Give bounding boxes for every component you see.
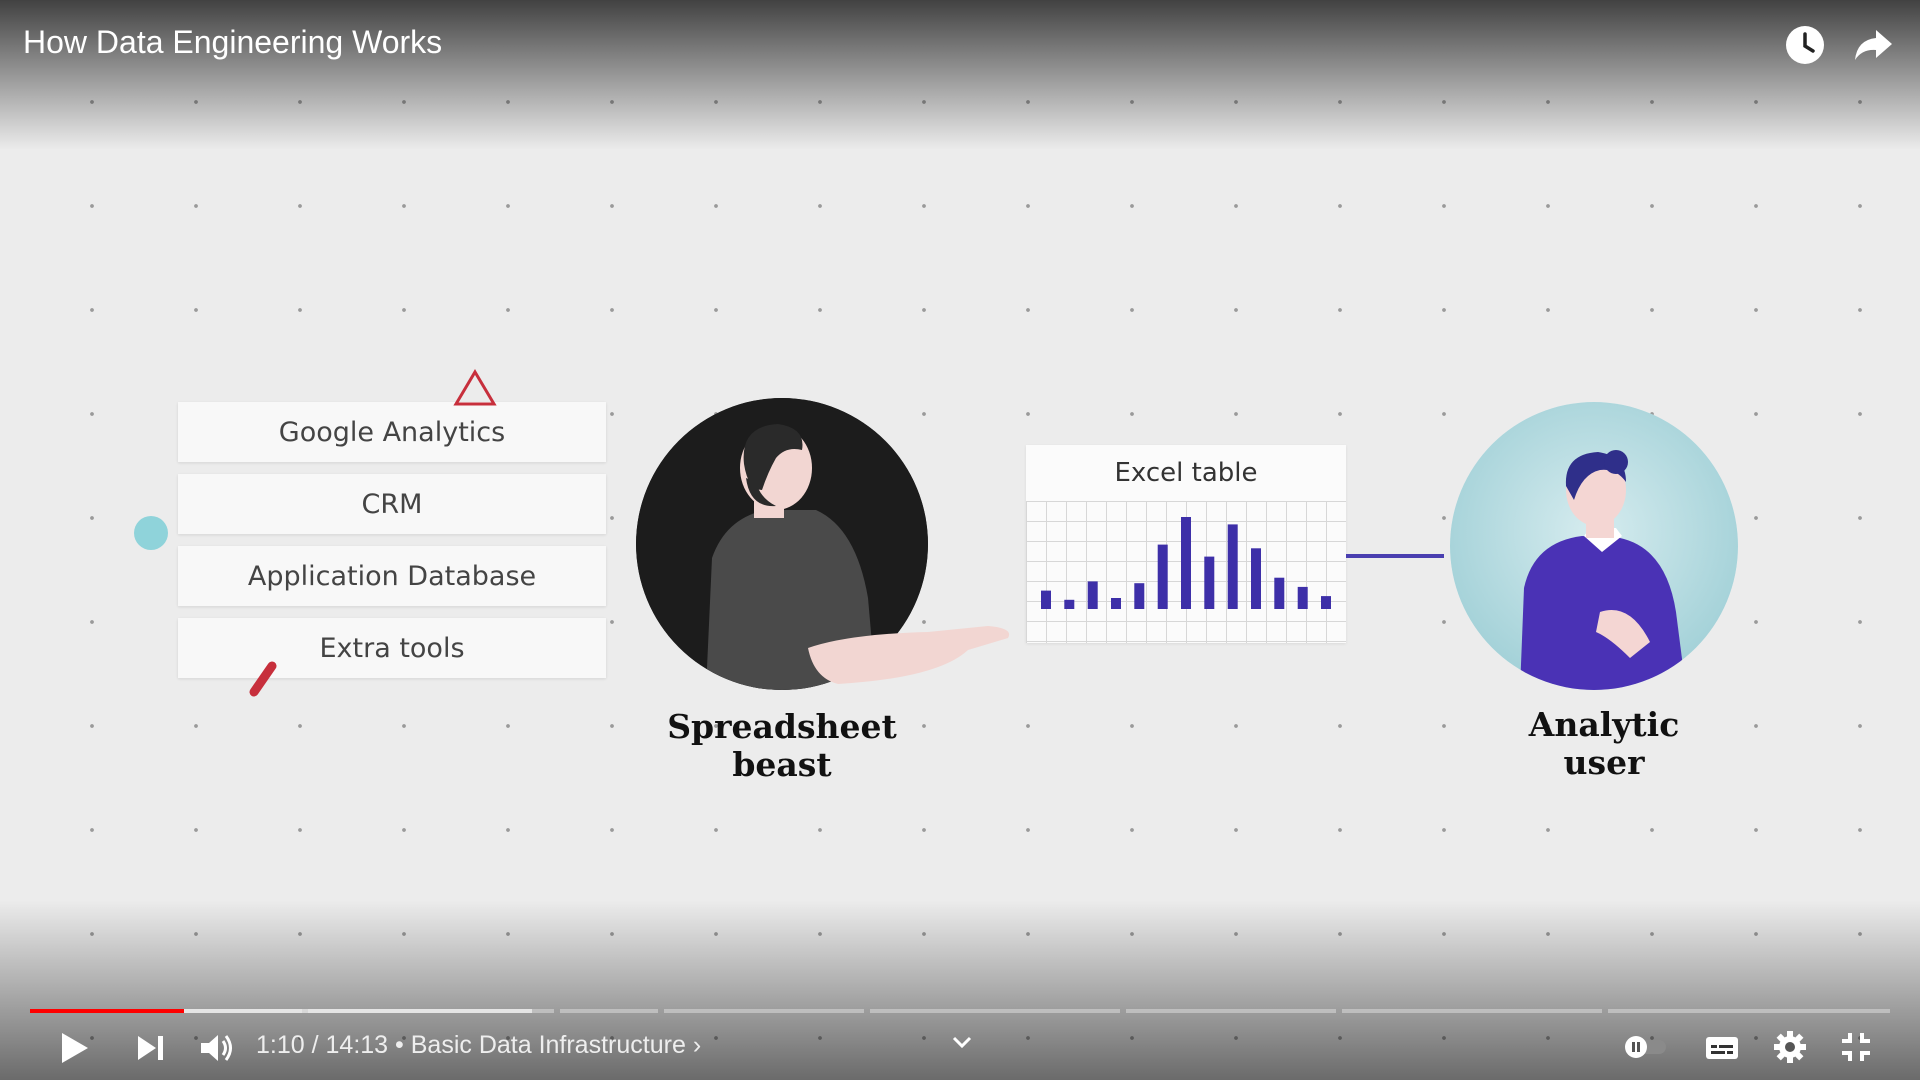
excel-bar	[1251, 548, 1261, 609]
excel-bar	[1087, 581, 1098, 609]
chapter-segment	[1342, 1009, 1602, 1013]
chevron-right-icon: ›	[692, 1031, 702, 1059]
excel-bar	[1274, 577, 1285, 609]
video-title[interactable]: How Data Engineering Works	[23, 24, 442, 61]
top-gradient-overlay	[0, 0, 1920, 150]
analytic-user-label-line2: user	[1563, 743, 1645, 782]
chapter-bullet: •	[388, 1031, 411, 1059]
triangle-decoration	[453, 369, 497, 406]
volume-icon	[201, 1035, 232, 1061]
source-google-analytics: Google Analytics	[178, 402, 606, 462]
next-icon	[138, 1036, 163, 1060]
chapter-title-button[interactable]: Basic Data Infrastructure ›	[411, 1031, 701, 1059]
chapter-segment	[1608, 1009, 1890, 1013]
excel-bar	[1064, 599, 1075, 609]
excel-bar	[1204, 556, 1215, 609]
excel-bar	[1181, 517, 1191, 609]
data-sources-list: Google Analytics CRM Application Databas…	[178, 402, 606, 690]
progress-played	[30, 1009, 185, 1013]
share-icon	[1855, 30, 1892, 60]
autoplay-toggle[interactable]	[1624, 1035, 1668, 1059]
source-extra-tools: Extra tools	[178, 618, 606, 678]
analytic-user-label: Analytic user	[1454, 706, 1754, 782]
expand-description-button[interactable]	[950, 1032, 974, 1052]
source-crm: CRM	[178, 474, 606, 534]
gear-icon	[1774, 1031, 1806, 1063]
next-button[interactable]	[132, 1030, 168, 1066]
excel-table-card: Excel table	[1026, 445, 1346, 643]
watch-later-icon	[1786, 26, 1824, 64]
spreadsheet-beast-label: Spreadsheet beast	[632, 708, 932, 784]
watch-later-button[interactable]	[1782, 22, 1828, 68]
exit-fullscreen-button[interactable]	[1838, 1029, 1874, 1065]
excel-bar	[1297, 586, 1308, 609]
settings-button[interactable]	[1772, 1029, 1808, 1065]
subtitles-icon	[1706, 1037, 1738, 1059]
chapter-segment	[664, 1009, 864, 1013]
pointing-arm-illustration	[808, 626, 1010, 684]
chapter-segment	[1126, 1009, 1336, 1013]
excel-bar	[1321, 596, 1331, 609]
autoplay-toggle-icon	[1625, 1036, 1666, 1058]
excel-bar	[1041, 590, 1051, 609]
chapter-title: Basic Data Infrastructure	[410, 1031, 686, 1059]
source-application-database: Application Database	[178, 546, 606, 606]
analytic-user-label-line1: Analytic	[1528, 705, 1680, 744]
chapter-segment	[560, 1009, 658, 1013]
excel-table-title: Excel table	[1114, 458, 1258, 488]
spreadsheet-beast-label-line1: Spreadsheet	[667, 707, 897, 746]
analytic-user-avatar	[1450, 402, 1738, 690]
duration: 14:13	[325, 1031, 389, 1059]
chapter-segment	[870, 1009, 1120, 1013]
mute-button[interactable]	[196, 1028, 236, 1068]
share-button[interactable]	[1850, 22, 1896, 68]
time-separator: /	[304, 1031, 326, 1059]
teal-dot-decoration	[134, 516, 168, 550]
exit-fullscreen-icon	[1842, 1033, 1870, 1061]
excel-bar	[1227, 524, 1238, 609]
video-player[interactable]: Google Analytics CRM Application Databas…	[0, 0, 1920, 1080]
subtitles-button[interactable]	[1704, 1030, 1740, 1066]
chevron-down-icon	[952, 1036, 972, 1049]
red-pill-decoration	[249, 661, 277, 697]
play-button[interactable]	[54, 1028, 94, 1068]
play-icon	[62, 1033, 88, 1063]
spreadsheet-beast-label-line2: beast	[732, 745, 832, 784]
current-time: 1:10	[256, 1031, 305, 1059]
excel-bar-chart	[1041, 517, 1331, 609]
progress-bar[interactable]	[30, 1006, 1890, 1016]
excel-bar	[1157, 544, 1168, 609]
excel-bar	[1111, 598, 1121, 609]
time-display: 1:10 / 14:13 • Basic Data Infrastructure…	[256, 1031, 701, 1060]
excel-bar	[1134, 583, 1145, 609]
connector-line	[1346, 554, 1444, 558]
